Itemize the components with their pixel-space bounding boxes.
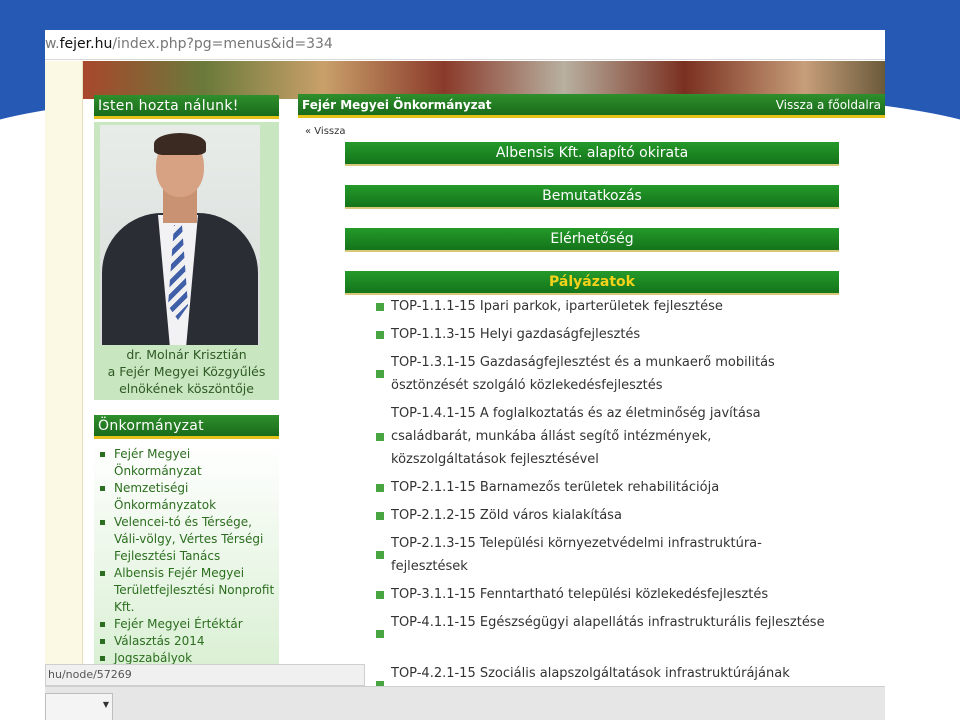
bullet-icon [376, 591, 384, 599]
section-palyazatok[interactable]: Pályázatok [345, 271, 839, 293]
top-item[interactable]: TOP-4.2.1-15 Szociális alapszolgáltatáso… [376, 662, 826, 689]
bullet-icon [376, 512, 384, 520]
bullet-icon [376, 303, 384, 311]
page-title: Fejér Megyei Önkormányzat [302, 98, 492, 112]
onkormanyzat-header: Önkormányzat [94, 415, 279, 439]
section-divider [345, 250, 839, 252]
greeting-line-name: dr. Molnár Krisztián [126, 347, 247, 362]
url-path: /index.php?pg=menus&id=334 [112, 36, 333, 52]
section-alapito-okirat[interactable]: Albensis Kft. alapító okirata [345, 142, 839, 164]
greeting-caption[interactable]: dr. Molnár Krisztián a Fejér Megyei Közg… [94, 346, 279, 397]
bullet-icon [376, 551, 384, 559]
back-link[interactable]: « Vissza [305, 126, 346, 137]
sidebar-item-velencei-to[interactable]: Velencei-tó és Térsége, Váli-völgy, Vért… [98, 514, 279, 565]
bullet-icon [376, 331, 384, 339]
sidebar-item-ertektar[interactable]: Fejér Megyei Értéktár [98, 616, 279, 633]
section-divider [345, 164, 839, 166]
sidebar-item-nemzetisegi-onkormanyzatok[interactable]: Nemzetiségi Önkormányzatok [98, 480, 279, 514]
bullet-icon [376, 630, 384, 638]
greeting-header: Isten hozta nálunk! [94, 95, 279, 119]
url-prefix: w. [45, 36, 60, 52]
slide-right-margin [885, 130, 960, 720]
main-header-bar: Fejér Megyei Önkormányzat Vissza a főold… [298, 94, 885, 118]
greeting-box: dr. Molnár Krisztián a Fejér Megyei Közg… [94, 122, 279, 400]
bullet-icon [376, 370, 384, 378]
president-photo[interactable] [100, 125, 260, 345]
bullet-icon [376, 433, 384, 441]
top-item[interactable]: TOP-2.1.1-15 Barnamezős területek rehabi… [376, 476, 826, 499]
section-divider [345, 207, 839, 209]
section-elerhetoseg[interactable]: Elérhetőség [345, 228, 839, 250]
browser-window: w.fejer.hu/index.php?pg=menus&id=334 Ist… [45, 30, 885, 720]
top-item[interactable]: TOP-1.4.1-15 A foglalkoztatás és az élet… [376, 402, 826, 471]
top-item[interactable]: TOP-2.1.2-15 Zöld város kialakítása [376, 504, 826, 527]
status-bar-url: hu/node/57269 [45, 664, 365, 686]
greeting-line-role: a Fejér Megyei Közgyűlés [107, 364, 266, 379]
back-to-home-link[interactable]: Vissza a főoldalra [776, 94, 881, 117]
onkormanyzat-menu: Fejér Megyei Önkormányzat Nemzetiségi Ön… [94, 442, 279, 672]
greeting-line-welcome: elnökének köszöntője [119, 381, 254, 396]
sidebar-item-valasztas-2014[interactable]: Választás 2014 [98, 633, 279, 650]
section-bemutatkozas[interactable]: Bemutatkozás [345, 185, 839, 207]
bottom-toolbar: ▼ [45, 686, 885, 720]
chevron-down-icon: ▼ [102, 700, 109, 709]
page-left-margin [45, 61, 83, 701]
bullet-icon [376, 484, 384, 492]
url-host: fejer.hu [59, 36, 113, 52]
sidebar-item-fejer-megyei-onkormanyzat[interactable]: Fejér Megyei Önkormányzat [98, 446, 279, 480]
top-item[interactable]: TOP-1.1.3-15 Helyi gazdaságfejlesztés [376, 323, 826, 346]
address-bar[interactable]: w.fejer.hu/index.php?pg=menus&id=334 [45, 30, 885, 60]
zoom-dropdown[interactable]: ▼ [45, 693, 113, 720]
sidebar-item-albensis[interactable]: Albensis Fejér Megyei Területfejlesztési… [98, 565, 279, 616]
top-item[interactable]: TOP-3.1.1-15 Fenntartható települési köz… [376, 583, 826, 606]
top-item[interactable]: TOP-4.1.1-15 Egészségügyi alapellátás in… [376, 611, 826, 638]
top-item[interactable]: TOP-1.1.1-15 Ipari parkok, iparterületek… [376, 295, 826, 318]
top-item[interactable]: TOP-1.3.1-15 Gazdaságfejlesztést és a mu… [376, 351, 826, 397]
top-item[interactable]: TOP-2.1.3-15 Települési környezetvédelmi… [376, 532, 826, 578]
